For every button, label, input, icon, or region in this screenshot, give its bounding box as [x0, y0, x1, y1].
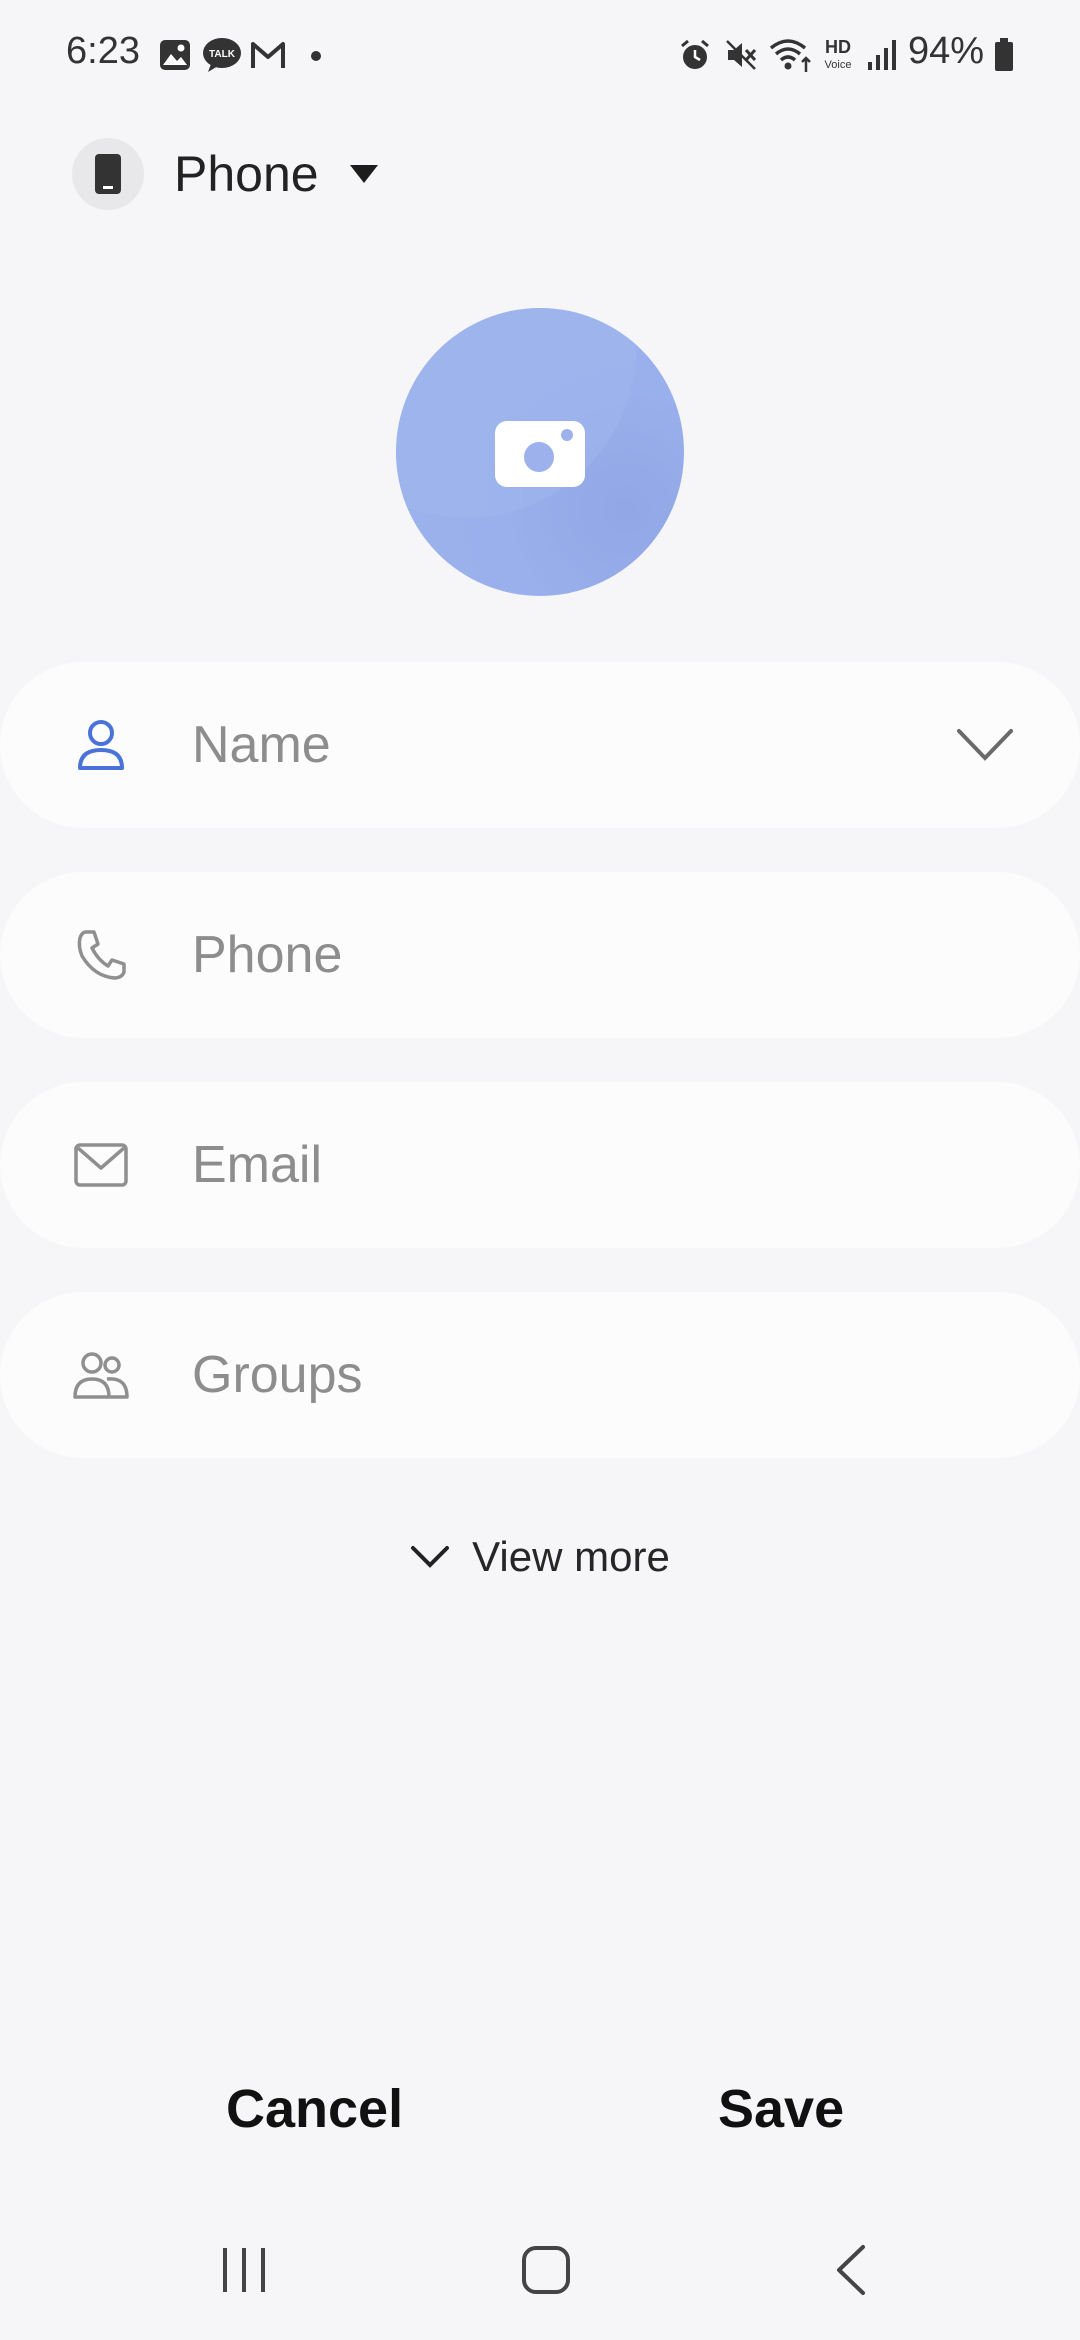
wifi-icon	[769, 39, 811, 72]
status-bar: 6:23 TALK HD Voice 94%	[0, 0, 1080, 110]
email-placeholder: Email	[192, 1136, 323, 1194]
storage-selector[interactable]: Phone	[72, 138, 379, 210]
recent-apps-button[interactable]	[184, 2220, 304, 2320]
save-button[interactable]: Save	[718, 2078, 844, 2140]
expand-name-chevron-icon[interactable]	[956, 728, 1014, 762]
chevron-down-icon	[411, 1546, 450, 1568]
phone-icon	[72, 926, 130, 984]
view-more-button[interactable]: View more	[0, 1522, 1080, 1592]
back-icon	[837, 2245, 865, 2295]
gmail-icon	[251, 42, 285, 68]
groups-icon	[72, 1346, 130, 1404]
caret-down-icon	[349, 165, 378, 183]
navigation-bar	[0, 2220, 1080, 2320]
groups-field[interactable]: Groups	[0, 1292, 1080, 1458]
battery-icon	[995, 38, 1013, 71]
phone-field[interactable]: Phone	[0, 872, 1080, 1038]
contact-photo-button[interactable]	[396, 308, 684, 596]
status-time: 6:23	[66, 30, 140, 72]
dot-icon	[311, 51, 321, 61]
envelope-icon	[72, 1136, 130, 1194]
name-field[interactable]: Name	[0, 662, 1080, 828]
alarm-icon	[681, 39, 709, 69]
view-more-label: View more	[472, 1533, 670, 1580]
hd-voice-icon: HD Voice	[825, 37, 852, 71]
storage-label: Phone	[174, 146, 319, 202]
mute-icon	[726, 40, 757, 70]
svg-text:HD: HD	[825, 37, 851, 57]
cancel-button[interactable]: Cancel	[226, 2078, 403, 2140]
name-placeholder: Name	[192, 716, 331, 774]
home-icon	[522, 2246, 570, 2294]
email-field[interactable]: Email	[0, 1082, 1080, 1248]
svg-text:TALK: TALK	[209, 49, 236, 60]
recent-apps-icon	[223, 2248, 265, 2292]
person-icon	[72, 716, 130, 774]
home-button[interactable]	[486, 2220, 606, 2320]
talk-icon: TALK	[203, 38, 241, 72]
groups-placeholder: Groups	[192, 1346, 363, 1404]
svg-text:Voice: Voice	[825, 59, 852, 71]
phone-placeholder: Phone	[192, 926, 343, 984]
back-button[interactable]	[790, 2220, 910, 2320]
signal-icon	[868, 40, 896, 70]
gallery-icon	[160, 40, 190, 70]
camera-icon	[495, 421, 585, 487]
phone-storage-icon	[72, 138, 144, 210]
